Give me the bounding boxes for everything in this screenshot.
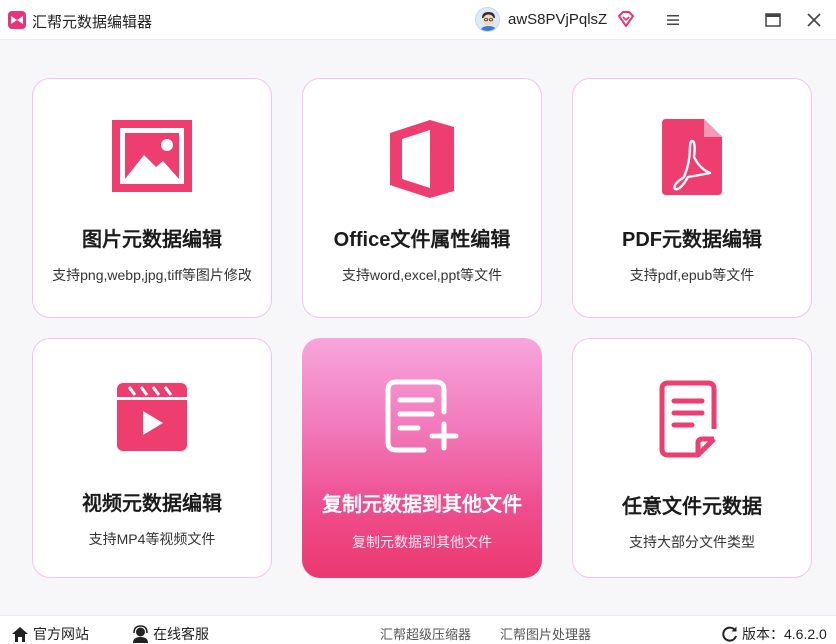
hamburger-icon <box>667 15 679 25</box>
app-logo-icon <box>8 11 26 29</box>
card-title: 复制元数据到其他文件 <box>322 494 522 516</box>
online-support-link[interactable]: 在线客服 <box>131 624 209 644</box>
card-title: Office文件属性编辑 <box>333 229 511 251</box>
card-desc: 支持word,excel,ppt等文件 <box>341 267 503 283</box>
document-icon <box>658 379 726 464</box>
card-image-metadata[interactable]: 图片元数据编辑 支持png,webp,jpg,tiff等图片修改 <box>32 78 272 318</box>
card-office-properties[interactable]: Office文件属性编辑 支持word,excel,ppt等文件 <box>302 78 542 318</box>
copy-document-icon <box>384 378 460 459</box>
status-bar: 官方网站 在线客服 汇帮超级压缩器 汇帮图片处理器 版本： 4.6.2.0 <box>0 615 836 644</box>
menu-button[interactable] <box>659 6 687 34</box>
home-icon <box>12 627 28 642</box>
close-icon <box>807 13 821 27</box>
office-icon <box>388 119 456 204</box>
card-desc: 支持pdf,epub等文件 <box>629 267 755 283</box>
close-button[interactable] <box>800 6 828 34</box>
version-number: 4.6.2.0 <box>784 626 827 642</box>
headset-icon <box>133 625 148 643</box>
vip-diamond-icon[interactable] <box>616 9 636 29</box>
compressor-link[interactable]: 汇帮超级压缩器 <box>380 624 471 643</box>
version-label: 版本： <box>742 626 784 642</box>
official-website-label: 官方网站 <box>33 626 89 642</box>
card-title: 视频元数据编辑 <box>82 493 222 515</box>
card-video-metadata[interactable]: 视频元数据编辑 支持MP4等视频文件 <box>32 338 272 578</box>
card-title: 任意文件元数据 <box>622 496 762 518</box>
card-copy-metadata[interactable]: 复制元数据到其他文件 复制元数据到其他文件 <box>302 338 542 578</box>
refresh-icon <box>722 626 737 642</box>
card-desc: 复制元数据到其他文件 <box>352 534 492 550</box>
image-processor-link[interactable]: 汇帮图片处理器 <box>500 624 591 643</box>
card-pdf-metadata[interactable]: PDF元数据编辑 支持pdf,epub等文件 <box>572 78 812 318</box>
version-info[interactable]: 版本： 4.6.2.0 <box>721 624 827 644</box>
title-bar: 汇帮元数据编辑器 awS8PVjPqlsZ <box>0 0 836 40</box>
maximize-button[interactable] <box>759 6 787 34</box>
official-website-link[interactable]: 官方网站 <box>10 624 89 644</box>
image-icon <box>111 119 193 198</box>
card-any-file-metadata[interactable]: 任意文件元数据 支持大部分文件类型 <box>572 338 812 578</box>
card-title: PDF元数据编辑 <box>622 229 762 251</box>
maximize-icon <box>765 13 781 27</box>
card-desc: 支持png,webp,jpg,tiff等图片修改 <box>52 267 252 283</box>
pdf-icon <box>662 119 722 200</box>
avatar[interactable] <box>475 7 500 32</box>
online-support-label: 在线客服 <box>153 626 209 642</box>
video-icon <box>117 379 187 456</box>
card-desc: 支持大部分文件类型 <box>629 534 755 550</box>
card-desc: 支持MP4等视频文件 <box>88 531 216 547</box>
card-title: 图片元数据编辑 <box>82 229 222 251</box>
username[interactable]: awS8PVjPqlsZ <box>508 11 607 28</box>
app-title: 汇帮元数据编辑器 <box>32 14 153 31</box>
